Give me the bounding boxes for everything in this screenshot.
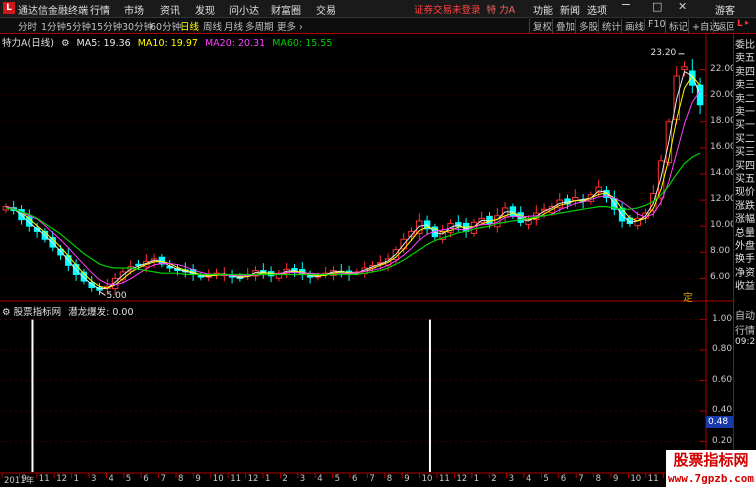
date-label: 4 [108, 474, 114, 484]
quote-field-label: 收益 [735, 281, 755, 293]
date-label: 1 [265, 474, 271, 484]
price-tick-label: 20.00 [710, 89, 736, 100]
date-label: 7 [160, 474, 167, 484]
price-tick-label: 22.00 [710, 63, 736, 74]
date-label: 9 [195, 474, 201, 484]
date-label: 12 [247, 474, 259, 484]
price-tick-label: 14.00 [710, 167, 736, 178]
quote-panel-tab[interactable]: 行情 [735, 322, 755, 337]
date-label: 6 [352, 474, 358, 484]
indicator-tick-label: 0.60 [712, 374, 733, 385]
indicator-name[interactable]: 股票指标网 [14, 307, 62, 318]
date-label: 8 [178, 474, 184, 484]
date-label: 1 [473, 474, 480, 484]
date-label: 7 [578, 474, 584, 484]
date-label: 11 [647, 474, 659, 484]
gear-icon[interactable]: ⚙ [2, 307, 11, 318]
date-label: 5 [543, 474, 549, 484]
candle-body [57, 248, 64, 256]
low-price-label: 5.00 [106, 291, 127, 302]
price-tick-label: 8.00 [710, 246, 731, 257]
panel-logo: L [737, 19, 743, 29]
date-label: 10 [212, 474, 224, 484]
price-tick-label: 18.00 [710, 115, 736, 126]
quote-panel-tab[interactable]: 自动 [735, 307, 755, 322]
date-label: 4 [317, 474, 323, 484]
date-label: 10 [421, 474, 433, 484]
price-tick-label: 12.00 [710, 194, 736, 205]
indicator-title: 潜龙爆发: 0.00 [68, 307, 134, 318]
low-annotation-leader [99, 291, 106, 296]
date-label: 11 [38, 474, 50, 484]
indicator-tick-label: 0.80 [712, 344, 733, 355]
price-tick-label: 6.00 [710, 272, 731, 283]
price-tick-label: 16.00 [710, 141, 736, 152]
date-label: 5 [334, 474, 341, 484]
date-label: 2011年 [4, 476, 35, 486]
date-label: 3 [299, 474, 306, 484]
date-label: 2 [491, 474, 497, 484]
date-label: 12 [456, 474, 468, 484]
price-tick-label: 10.00 [710, 220, 736, 231]
date-label: 8 [386, 474, 393, 484]
indicator-tick-label: 0.20 [712, 435, 733, 446]
date-label: 8 [595, 474, 602, 484]
date-label: 3 [91, 474, 97, 484]
date-label: 11 [230, 474, 242, 484]
indicator-current-marker: 0.48 [706, 416, 734, 428]
chart-canvas[interactable] [0, 0, 733, 487]
date-label: 9 [21, 474, 27, 484]
date-label: 9 [404, 474, 410, 484]
date-label: 3 [508, 474, 515, 484]
indicator-tick-label: 1.00 [712, 313, 733, 324]
candle-body [509, 206, 517, 217]
date-label: 4 [526, 474, 532, 484]
date-label: 6 [560, 474, 567, 484]
date-label: 5 [125, 474, 132, 484]
indicator-header: ⚙ 股票指标网 潜龙爆发: 0.00 [2, 304, 133, 318]
date-label: 11 [439, 474, 450, 484]
high-price-label: 23.20 [650, 47, 677, 58]
date-label: 1 [73, 474, 80, 484]
date-label: 12 [56, 474, 68, 484]
ma5-line [5, 70, 701, 290]
date-label: 7 [369, 474, 375, 484]
panel-arrow-icon[interactable]: ▸ [745, 18, 749, 27]
candle-body [681, 66, 688, 71]
ma10-line [5, 75, 701, 289]
date-label: 9 [613, 474, 619, 484]
date-label: 10 [630, 474, 642, 484]
watermark-title: 股票指标网 [666, 450, 756, 470]
candle-body [416, 220, 423, 234]
quote-panel-header: L ▸ [734, 18, 756, 34]
watermark-url: www.7gpzb.com [666, 470, 756, 487]
indicator-tick-label: 0.40 [712, 405, 733, 416]
date-label: 2 [282, 474, 288, 484]
ma60-line [5, 152, 701, 276]
date-label: 6 [143, 474, 149, 484]
quote-time: 09:25 [735, 337, 756, 347]
pin-marker[interactable]: 定 [683, 289, 693, 304]
